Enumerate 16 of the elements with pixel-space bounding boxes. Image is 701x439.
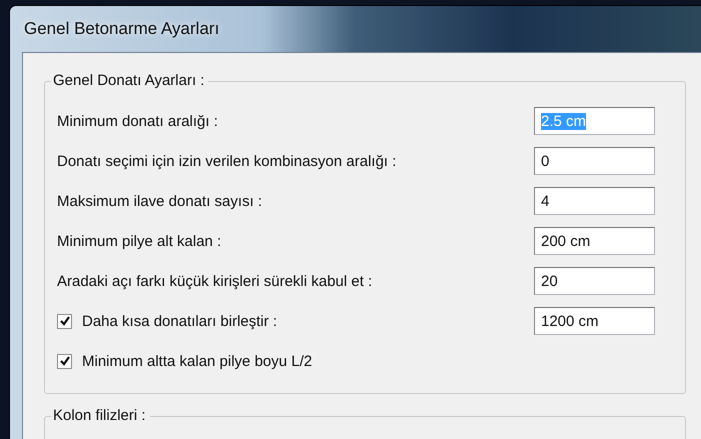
- window-title: Genel Betonarme Ayarları: [24, 19, 220, 39]
- input-field[interactable]: 1200 cm: [534, 307, 655, 335]
- input-field[interactable]: 200 cm: [534, 227, 655, 255]
- field-label: Minimum pilye alt kalan :: [57, 232, 222, 250]
- input-field[interactable]: 0: [534, 147, 655, 175]
- group-title: Genel Donatı Ayarları :: [51, 72, 208, 89]
- field-label: Aradaki açı farkı küçük kirişleri sürekli kabul et :: [57, 272, 372, 290]
- input-field[interactable]: 4: [534, 187, 655, 215]
- checkbox-label: Minimum altta kalan pilye boyu L/2: [82, 352, 312, 370]
- checkbox-label: Daha kısa donatıları birleştir :: [82, 312, 278, 330]
- field-label: Minimum donatı aralığı :: [57, 112, 218, 130]
- input-field[interactable]: 20: [534, 267, 655, 295]
- checkbox[interactable]: [57, 314, 72, 328]
- field-label: Donatı seçimi için izin verilen kombinasyon aralığı :: [57, 152, 396, 170]
- checkbox[interactable]: [57, 354, 72, 368]
- field-label: Maksimum ilave donatı sayısı :: [57, 192, 262, 210]
